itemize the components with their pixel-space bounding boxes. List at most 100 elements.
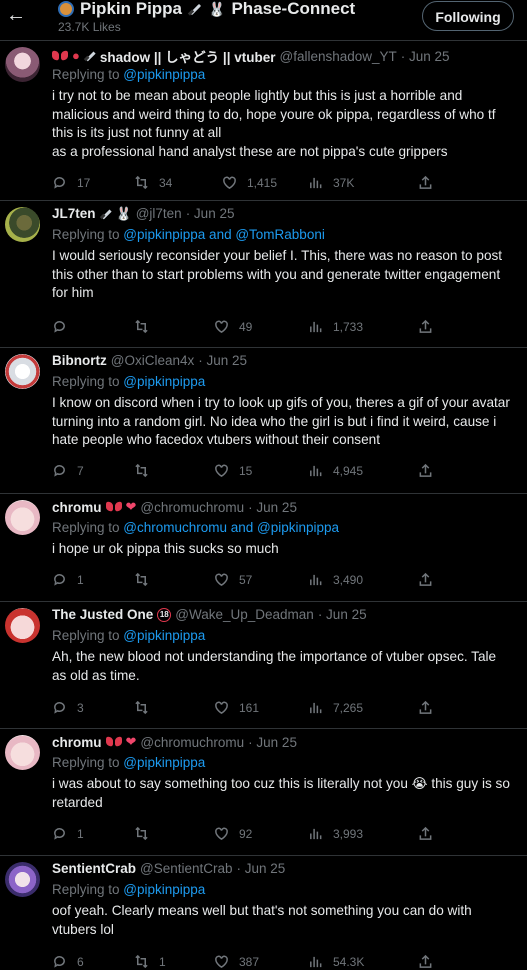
views-button[interactable]: 1,733 xyxy=(308,319,363,334)
author-handle[interactable]: @fallenshadow_YT xyxy=(280,49,397,64)
retweet-button[interactable] xyxy=(134,319,159,334)
reply-button[interactable]: 3 xyxy=(52,700,84,715)
retweet-button[interactable]: 34 xyxy=(134,175,172,190)
reply-mention[interactable]: @pipkinpippa xyxy=(123,628,205,643)
reply-button[interactable] xyxy=(52,319,77,334)
author-name[interactable]: shadow || しゃどう || vtuber xyxy=(100,46,276,66)
reply-mention[interactable]: @pipkinpippa xyxy=(123,374,205,389)
reply-mention[interactable]: @pipkinpippa xyxy=(123,882,205,897)
replying-to: Replying to @pipkinpippa xyxy=(52,628,205,643)
views-icon xyxy=(310,828,322,840)
author-handle[interactable]: @SentientCrab xyxy=(140,861,233,876)
reply-count: 1 xyxy=(77,826,84,841)
medal-icon xyxy=(58,1,74,17)
retweet-button[interactable] xyxy=(134,463,159,478)
reply-button[interactable]: 1 xyxy=(52,826,84,841)
reply-button[interactable]: 7 xyxy=(52,463,84,478)
share-button[interactable] xyxy=(418,954,433,969)
reply-button[interactable]: 1 xyxy=(52,572,84,587)
tweet-date[interactable]: · Jun 25 xyxy=(318,607,367,622)
author-handle[interactable]: @Wake_Up_Deadman xyxy=(175,607,314,622)
replying-to: Replying to @pipkinpippa xyxy=(52,755,205,770)
share-button[interactable] xyxy=(418,319,433,334)
author-name[interactable]: chromu xyxy=(52,500,102,515)
like-button[interactable]: 161 xyxy=(214,700,259,715)
retweet-icon xyxy=(135,175,148,190)
knife-icon xyxy=(100,208,112,220)
views-button[interactable]: 37K xyxy=(308,175,354,190)
avatar[interactable] xyxy=(5,862,40,897)
author-name[interactable]: The Justed One xyxy=(52,607,153,622)
views-button[interactable]: 3,490 xyxy=(308,572,363,587)
retweet-icon xyxy=(135,826,148,841)
tweet-date[interactable]: · Jun 25 xyxy=(248,735,297,750)
tweet-date[interactable]: · Jun 25 xyxy=(401,49,450,64)
views-button[interactable]: 7,265 xyxy=(308,700,363,715)
author-handle[interactable]: @jl7ten xyxy=(136,206,182,221)
following-button[interactable]: Following xyxy=(422,1,514,31)
tweet-text: Ah, the new blood not understanding the … xyxy=(52,649,500,683)
reply-button[interactable]: 17 xyxy=(52,175,90,190)
views-icon xyxy=(310,702,322,714)
retweet-button[interactable] xyxy=(134,826,159,841)
replying-label: Replying to xyxy=(52,520,124,535)
like-button[interactable]: 387 xyxy=(214,954,259,969)
like-count: 49 xyxy=(239,319,253,334)
tweet[interactable]: chromu ❤ @chromuchromu · Jun 25 Replying… xyxy=(0,493,527,601)
tweet-actions: 3 161 7,265 xyxy=(52,700,512,716)
views-button[interactable]: 4,945 xyxy=(308,463,363,478)
author-name[interactable]: Bibnortz xyxy=(52,353,107,368)
like-button[interactable]: 92 xyxy=(214,826,252,841)
share-button[interactable] xyxy=(418,463,433,478)
tweet[interactable]: Bibnortz @OxiClean4x · Jun 25 Replying t… xyxy=(0,347,527,493)
reply-mention[interactable]: @pipkinpippa xyxy=(123,67,205,82)
reply-mention[interactable]: @pipkinpippa and @TomRabboni xyxy=(123,227,325,242)
author-name[interactable]: JL7ten xyxy=(52,206,96,221)
share-button[interactable] xyxy=(418,175,433,190)
replying-label: Replying to xyxy=(52,882,124,897)
replying-label: Replying to xyxy=(52,67,124,82)
avatar[interactable] xyxy=(5,500,40,535)
retweet-button[interactable] xyxy=(134,572,159,587)
back-arrow-icon[interactable]: ← xyxy=(6,5,26,25)
reply-mention[interactable]: @chromuchromu and @pipkinpippa xyxy=(123,520,339,535)
avatar[interactable] xyxy=(5,735,40,770)
like-button[interactable]: 15 xyxy=(214,463,252,478)
author-handle[interactable]: @chromuchromu xyxy=(140,735,244,750)
tweet[interactable]: chromu ❤ @chromuchromu · Jun 25 Replying… xyxy=(0,728,527,855)
tweet-date[interactable]: · Jun 25 xyxy=(186,206,235,221)
views-button[interactable]: 3,993 xyxy=(308,826,363,841)
heart-icon xyxy=(215,955,228,968)
avatar[interactable] xyxy=(5,608,40,643)
tweet-actions: 7 15 4,945 xyxy=(52,463,512,479)
reply-button[interactable]: 6 xyxy=(52,954,84,969)
tweet-date[interactable]: · Jun 25 xyxy=(198,353,247,368)
avatar[interactable] xyxy=(5,354,40,389)
author-name[interactable]: chromu xyxy=(52,735,102,750)
reply-mention[interactable]: @pipkinpippa xyxy=(123,755,205,770)
tweet[interactable]: ● shadow || しゃどう || vtuber @fallenshadow… xyxy=(0,40,527,196)
like-button[interactable]: 1,415 xyxy=(222,175,277,190)
retweet-button[interactable]: 1 xyxy=(134,954,166,969)
avatar[interactable] xyxy=(5,207,40,242)
tweet[interactable]: The Justed One 18 @Wake_Up_Deadman · Jun… xyxy=(0,601,527,728)
like-count: 15 xyxy=(239,463,253,478)
pill-icon: ● xyxy=(72,48,80,63)
tweet-actions: 1 57 3,490 xyxy=(52,572,512,588)
avatar[interactable] xyxy=(5,47,40,82)
author-handle[interactable]: @chromuchromu xyxy=(140,500,244,515)
tweet-date[interactable]: · Jun 25 xyxy=(248,500,297,515)
tweet-author-line: SentientCrab @SentientCrab · Jun 25 xyxy=(52,861,285,876)
retweet-button[interactable] xyxy=(134,700,159,715)
author-name[interactable]: SentientCrab xyxy=(52,861,136,876)
share-button[interactable] xyxy=(418,700,433,715)
share-button[interactable] xyxy=(418,572,433,587)
author-handle[interactable]: @OxiClean4x xyxy=(111,353,195,368)
like-button[interactable]: 57 xyxy=(214,572,252,587)
share-button[interactable] xyxy=(418,826,433,841)
tweet[interactable]: SentientCrab @SentientCrab · Jun 25 Repl… xyxy=(0,855,527,970)
like-button[interactable]: 49 xyxy=(214,319,252,334)
views-button[interactable]: 54.3K xyxy=(308,954,364,969)
tweet-date[interactable]: · Jun 25 xyxy=(237,861,286,876)
tweet[interactable]: JL7ten 🐰 @jl7ten · Jun 25 Replying to @p… xyxy=(0,200,527,347)
